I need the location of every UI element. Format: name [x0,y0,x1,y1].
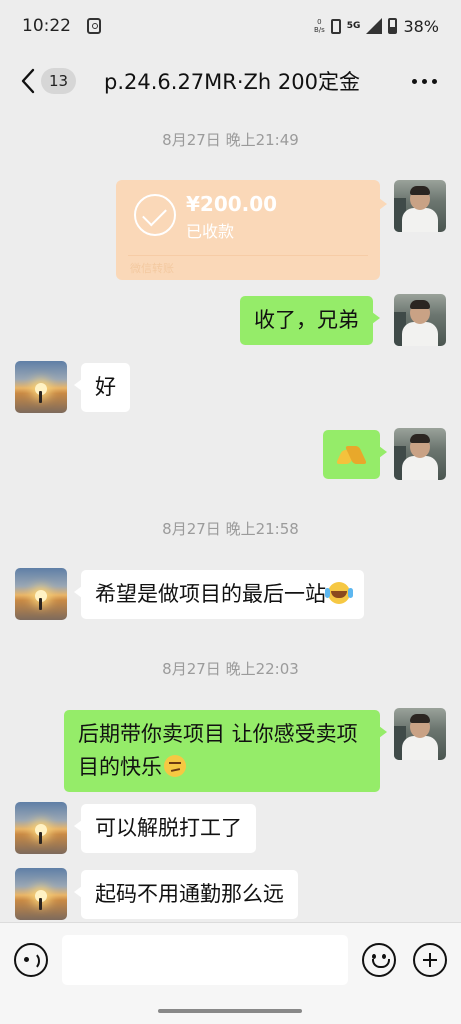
status-bar: 10:22 0 B/s 5G 38% [0,0,461,52]
message-timestamp: 8月27日 晚上21:49 [162,131,299,149]
crying-face-emoji-icon [325,582,350,604]
avatar[interactable] [394,180,446,232]
avatar[interactable] [15,802,67,854]
status-indicators: 0 B/s 5G 38% [314,17,439,36]
more-button[interactable] [412,79,437,84]
more-horizontal-icon [412,79,417,84]
avatar[interactable] [15,361,67,413]
plus-icon[interactable] [413,943,447,977]
chat-title: p.24.6.27MR·Zh 200定金 [104,70,360,94]
avatar[interactable] [394,294,446,346]
signal-icon [366,18,383,34]
smirk-face-emoji-icon [164,755,186,777]
screen-record-icon [87,18,101,34]
net-speed-value: 0 [317,18,322,26]
message-bubble-outgoing[interactable]: 后期带你卖项目 让你感受卖项目的快乐 [64,710,387,792]
message-timestamp: 8月27日 晚上21:58 [162,520,299,538]
message-text: 希望是做项目的最后一站 [95,582,326,606]
chevron-left-icon[interactable] [20,68,36,94]
message-bubble-incoming[interactable]: 可以解脱打工了 [74,804,256,853]
home-indicator[interactable] [158,1009,302,1013]
transfer-amount: ¥200.00 [186,192,278,216]
message-input-bar [0,922,461,1024]
net-speed: 0 B/s [314,18,325,34]
chat-header: 13 p.24.6.27MR·Zh 200定金 [0,52,461,110]
battery-percent: 38% [403,16,439,36]
network-type: 5G [346,20,361,31]
message-bubble-incoming[interactable]: 希望是做项目的最后一站 [74,570,364,619]
message-bubble-outgoing[interactable]: 收了，兄弟 [240,296,380,345]
message-bubble-incoming[interactable]: 起码不用通勤那么远 [74,870,298,919]
avatar[interactable] [15,868,67,920]
check-circle-icon [134,194,176,236]
message-bubble-outgoing[interactable] [323,430,387,479]
avatar[interactable] [15,568,67,620]
avatar[interactable] [394,428,446,480]
transfer-footer: 微信转账 [130,262,174,275]
net-speed-unit: B/s [313,26,325,34]
transfer-status: 已收款 [186,222,235,241]
status-time: 10:22 [22,16,71,36]
message-timestamp: 8月27日 晚上22:03 [162,660,299,678]
unread-count-badge[interactable]: 13 [41,68,77,94]
sim-icon [330,18,341,34]
message-bubble-incoming[interactable]: 好 [74,363,130,412]
transfer-card[interactable]: ¥200.00 已收款 微信转账 [116,180,387,280]
divider [128,255,368,256]
message-text: 后期带你卖项目 让你感受卖项目的快乐 [78,722,358,779]
avatar[interactable] [394,708,446,760]
message-input[interactable] [62,935,348,985]
battery-icon [388,18,398,34]
clap-emoji-icon [337,442,365,466]
voice-icon[interactable] [14,943,48,977]
emoji-icon[interactable] [362,943,396,977]
